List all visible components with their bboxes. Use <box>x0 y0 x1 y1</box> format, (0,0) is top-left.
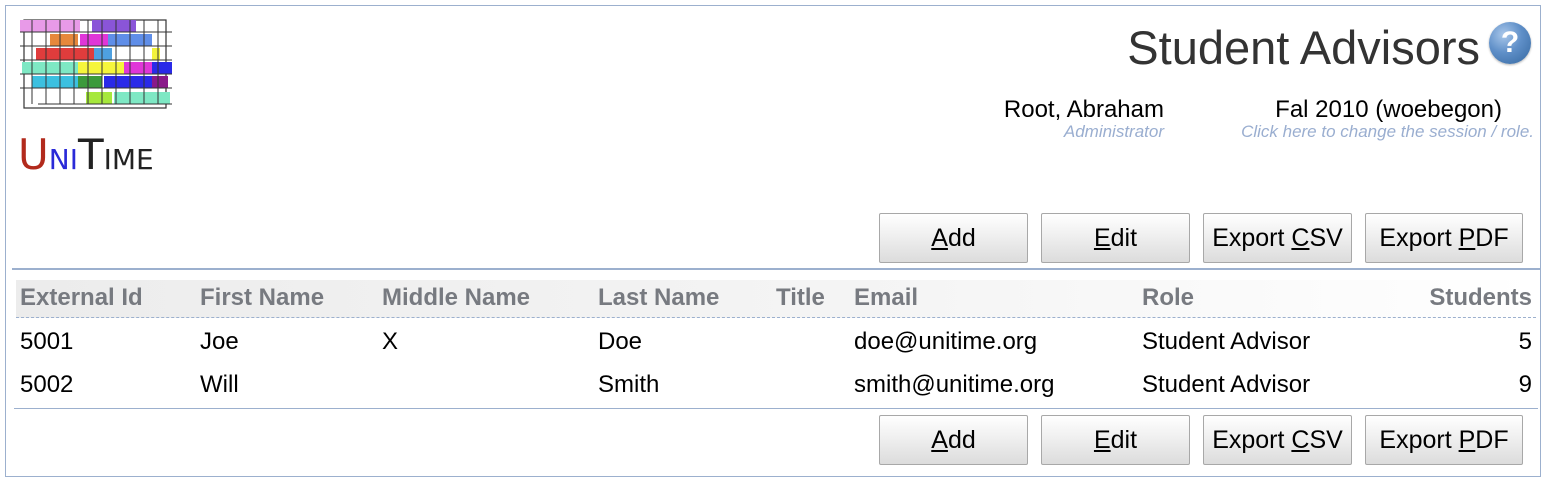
table-row[interactable]: 5001 Joe X Doe doe@unitime.org Student A… <box>16 322 1536 362</box>
edit-button[interactable]: Edit <box>1041 415 1190 465</box>
cell-email: smith@unitime.org <box>854 371 1055 398</box>
bottom-button-bar: Add Edit Export CSV Export PDF <box>879 415 1523 465</box>
add-button[interactable]: Add <box>879 213 1028 263</box>
cell-last-name: Smith <box>598 371 660 398</box>
cell-students: 9 <box>1518 371 1532 398</box>
cell-email: doe@unitime.org <box>854 328 1038 355</box>
cell-role: Student Advisor <box>1142 328 1311 355</box>
add-button[interactable]: Add <box>879 415 1028 465</box>
logo-letters-ime: IME <box>103 143 154 176</box>
page-title: Student Advisors <box>1127 21 1480 74</box>
table-row[interactable]: 5002 Will Smith smith@unitime.org Studen… <box>16 365 1536 405</box>
column-header-students[interactable]: Students <box>1429 284 1532 312</box>
header-divider <box>12 268 1540 270</box>
column-header-title[interactable]: Title <box>776 284 825 312</box>
edit-button[interactable]: Edit <box>1041 213 1190 263</box>
logo-letter-t: T <box>77 130 104 179</box>
cell-external-id: 5002 <box>20 371 74 398</box>
session-name[interactable]: Fal 2010 (woebegon) <box>1275 96 1502 124</box>
export-pdf-button[interactable]: Export PDF <box>1365 415 1523 465</box>
column-header-last-name[interactable]: Last Name <box>598 284 719 312</box>
cell-students: 5 <box>1518 328 1532 355</box>
user-role[interactable]: Administrator <box>1064 122 1164 142</box>
user-name[interactable]: Root, Abraham <box>1004 96 1164 124</box>
help-icon[interactable]: ? <box>1489 22 1531 64</box>
top-button-bar: Add Edit Export CSV Export PDF <box>879 213 1523 263</box>
column-header-first-name[interactable]: First Name <box>200 284 324 312</box>
cell-last-name: Doe <box>598 328 643 355</box>
session-change-hint[interactable]: Click here to change the session / role. <box>1241 122 1534 142</box>
cell-role: Student Advisor <box>1142 371 1311 398</box>
column-header-role[interactable]: Role <box>1142 284 1194 312</box>
column-header-external-id[interactable]: External Id <box>20 284 143 312</box>
unitime-logo[interactable]: UNITIME <box>16 16 178 179</box>
logo-letter-u: U <box>18 130 49 179</box>
cell-external-id: 5001 <box>20 328 74 355</box>
table-footer-divider <box>14 408 1538 409</box>
logo-grid-icon <box>20 19 172 109</box>
export-csv-button[interactable]: Export CSV <box>1203 415 1352 465</box>
cell-first-name: Will <box>200 371 239 398</box>
table-header: External Id First Name Middle Name Last … <box>16 280 1536 318</box>
logo-wordmark: UNITIME <box>18 130 178 179</box>
export-pdf-button[interactable]: Export PDF <box>1365 213 1523 263</box>
cell-first-name: Joe <box>200 328 239 355</box>
cell-middle-name: X <box>382 328 399 355</box>
column-header-email[interactable]: Email <box>854 284 918 312</box>
export-csv-button[interactable]: Export CSV <box>1203 213 1352 263</box>
column-header-middle-name[interactable]: Middle Name <box>382 284 530 312</box>
logo-letters-ni: NI <box>48 143 78 176</box>
